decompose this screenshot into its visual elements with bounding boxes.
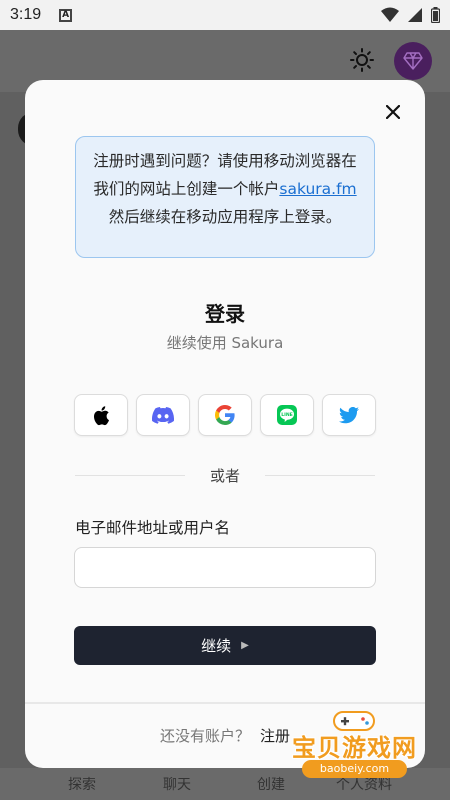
email-field-label: 电子邮件地址或用户名: [75, 519, 231, 537]
wifi-icon: [381, 7, 399, 22]
watermark: 宝贝游戏网 baobeiy.com: [272, 708, 437, 786]
twitter-login-button[interactable]: [322, 394, 376, 436]
apple-login-button[interactable]: [74, 394, 128, 436]
status-time: 3:19: [10, 6, 42, 23]
signup-notice: 注册时遇到问题？请使用移动浏览器在我们的网站上创建一个帐户sakura.fm 然…: [75, 136, 375, 258]
social-login-row: LINE: [74, 394, 376, 436]
login-subtitle: 继续使用 Sakura: [166, 334, 284, 352]
divider-right: [265, 475, 375, 476]
continue-label: 继续: [201, 638, 232, 655]
close-button[interactable]: [381, 100, 405, 124]
google-icon: [215, 405, 235, 425]
discord-icon: [152, 406, 174, 424]
nav-explore: 探索: [68, 777, 96, 793]
watermark-url: baobeiy.com: [302, 760, 407, 778]
notice-text-continued: 然后继续在移动应用程序上登录。: [108, 208, 342, 226]
notification-badge-icon: A: [59, 8, 73, 22]
line-login-button[interactable]: LINE: [260, 394, 314, 436]
sakura-link[interactable]: sakura.fm: [279, 180, 356, 198]
google-login-button[interactable]: [198, 394, 252, 436]
premium-gem-icon: [394, 42, 432, 80]
battery-icon: [431, 7, 440, 23]
twitter-icon: [339, 406, 359, 423]
watermark-text: 宝贝游戏网: [292, 734, 417, 762]
line-icon: LINE: [277, 405, 297, 425]
play-arrow-icon: ▶: [241, 640, 249, 651]
close-icon: [386, 105, 400, 119]
nav-chat: 聊天: [163, 777, 191, 793]
apple-icon: [94, 405, 109, 425]
login-title: 登录: [205, 302, 245, 326]
theme-toggle-icon: [350, 48, 374, 72]
discord-login-button[interactable]: [136, 394, 190, 436]
signup-prompt: 还没有账户？: [159, 727, 250, 745]
svg-text:LINE: LINE: [281, 412, 293, 418]
email-or-username-input[interactable]: [74, 547, 376, 588]
continue-button[interactable]: 继续 ▶: [74, 626, 376, 665]
status-bar: 3:19 A: [0, 0, 450, 30]
footer-separator: [25, 702, 425, 704]
login-modal: 注册时遇到问题？请使用移动浏览器在我们的网站上创建一个帐户sakura.fm 然…: [25, 80, 425, 768]
signal-icon: [408, 8, 422, 22]
